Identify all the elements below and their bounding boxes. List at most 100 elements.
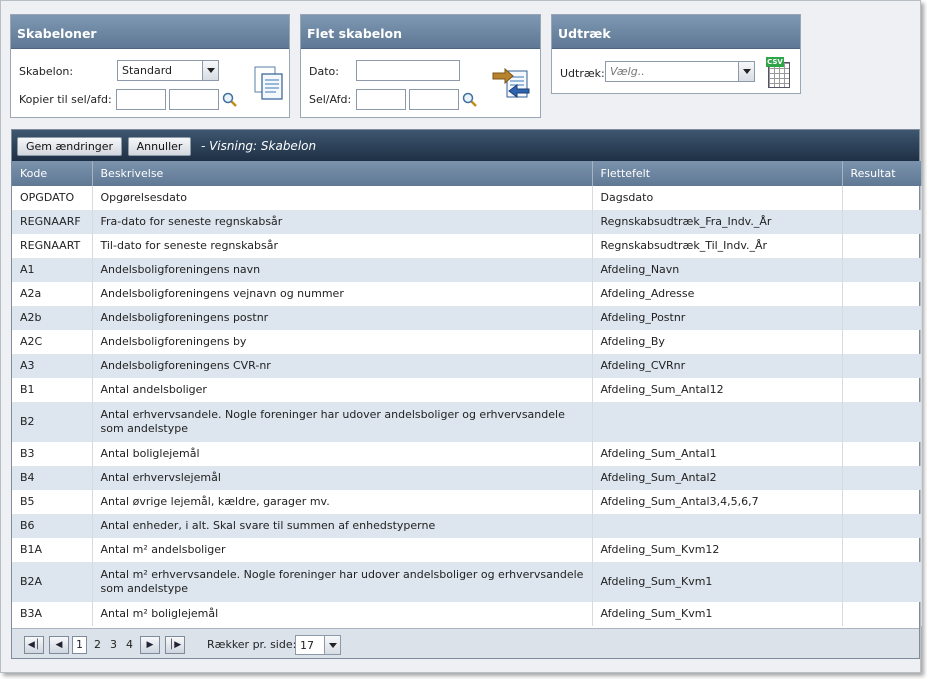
table-row[interactable]: A2C Andelsboligforeningens by Afdeling_By [12, 330, 922, 354]
next-page-button[interactable]: ▶ [140, 636, 160, 654]
table-row[interactable]: B5 Antal øvrige lejemål, kældre, garager … [12, 490, 922, 514]
table-row[interactable]: REGNAARF Fra-dato for seneste regnskabsår… [12, 210, 922, 234]
dato-input[interactable] [356, 60, 460, 81]
copy-document-icon[interactable] [252, 65, 286, 101]
cell-beskrivelse: Antal øvrige lejemål, kældre, garager mv… [92, 490, 593, 514]
cell-beskrivelse: Til-dato for seneste regnskabsår [92, 234, 593, 258]
table-row[interactable]: B3 Antal boliglejemål Afdeling_Sum_Antal1 [12, 442, 922, 466]
page-2-link[interactable]: 2 [94, 638, 101, 651]
cell-kode: B4 [12, 466, 93, 490]
cell-beskrivelse: Andelsboligforeningens vejnavn og nummer [92, 282, 593, 306]
column-header-kode[interactable]: Kode [12, 161, 93, 186]
dato-label: Dato: [309, 65, 339, 78]
flet-sel-input[interactable] [356, 89, 406, 110]
cell-resultat [842, 258, 922, 282]
cell-flettefelt: Afdeling_Sum_Antal3,4,5,6,7 [592, 490, 843, 514]
csv-export-icon[interactable]: CSV [766, 57, 792, 89]
skabelon-select-value: Standard [122, 64, 173, 77]
table-row[interactable]: B1A Antal m² andelsboliger Afdeling_Sum_Kv… [12, 538, 922, 562]
cancel-button[interactable]: Annuller [127, 137, 192, 156]
kopier-sel-input[interactable] [116, 89, 166, 110]
cell-resultat [842, 602, 922, 626]
table-row[interactable]: A1 Andelsboligforeningens navn Afdeling_Na… [12, 258, 922, 282]
cell-flettefelt: Afdeling_Sum_Kvm1 [592, 602, 843, 626]
cell-resultat [842, 442, 922, 466]
save-changes-button[interactable]: Gem ændringer [17, 137, 123, 156]
table-row[interactable]: B3A Antal m² boliglejemål Afdeling_Sum_Kvm… [12, 602, 922, 626]
table-row[interactable]: B2 Antal erhvervsandele. Nogle foreninger… [12, 402, 922, 442]
first-page-button[interactable]: ◀│ [24, 636, 44, 654]
cell-flettefelt: Regnskabsudtræk_Fra_Indv._År [592, 210, 843, 234]
table-row[interactable]: A3 Andelsboligforeningens CVR-nr Afdeling_… [12, 354, 922, 378]
cell-resultat [842, 402, 922, 442]
table-row[interactable]: REGNAART Til-dato for seneste regnskabsår… [12, 234, 922, 258]
cell-kode: B3 [12, 442, 93, 466]
chevron-down-icon[interactable] [324, 636, 340, 654]
cell-kode: REGNAART [12, 234, 93, 258]
table-row[interactable]: A2b Andelsboligforeningens postnr Afdeling… [12, 306, 922, 330]
table-row[interactable]: OPGDATO Opgørelsesdato Dagsdato [12, 186, 922, 210]
cell-resultat [842, 330, 922, 354]
cell-flettefelt: Dagsdato [592, 186, 843, 210]
skabeloner-panel: Skabeloner Skabelon: Standard Kopier til… [10, 14, 290, 118]
cell-flettefelt: Afdeling_Sum_Antal12 [592, 378, 843, 402]
cell-beskrivelse: Opgørelsesdato [92, 186, 593, 210]
pager: ◀│ ◀ 1 2 3 4 ▶ │▶ Rækker pr. side: 17 [12, 628, 919, 658]
rows-per-page-select[interactable]: 17 [295, 635, 341, 655]
cell-flettefelt: Afdeling_Postnr [592, 306, 843, 330]
cell-beskrivelse: Andelsboligforeningens by [92, 330, 593, 354]
cell-flettefelt: Regnskabsudtræk_Til_Indv._År [592, 234, 843, 258]
cell-beskrivelse: Fra-dato for seneste regnskabsår [92, 210, 593, 234]
selafd-label: Sel/Afd: [309, 93, 352, 106]
cell-resultat [842, 466, 922, 490]
skabelon-select[interactable]: Standard [117, 60, 219, 81]
udtraek-label: Udtræk: [560, 67, 605, 80]
page-3-link[interactable]: 3 [110, 638, 117, 651]
flet-afd-input[interactable] [409, 89, 459, 110]
table-row[interactable]: B4 Antal erhvervslejemål Afdeling_Sum_Anta… [12, 466, 922, 490]
table-row[interactable]: A2a Andelsboligforeningens vejnavn og num… [12, 282, 922, 306]
cell-resultat [842, 186, 922, 210]
page-1-button[interactable]: 1 [72, 636, 87, 654]
udtraek-select[interactable]: Vælg.. [605, 61, 755, 82]
cell-flettefelt: Afdeling_By [592, 330, 843, 354]
cell-resultat [842, 282, 922, 306]
search-icon[interactable] [462, 92, 478, 108]
cell-beskrivelse: Antal andelsboliger [92, 378, 593, 402]
column-header-resultat[interactable]: Resultat [842, 161, 922, 186]
merge-document-icon[interactable] [491, 65, 531, 101]
kopier-label: Kopier til sel/afd: [19, 93, 112, 106]
kopier-afd-input[interactable] [169, 89, 219, 110]
cell-beskrivelse: Antal m² erhvervsandele. Nogle foreninge… [92, 562, 593, 602]
cell-resultat [842, 210, 922, 234]
prev-page-button[interactable]: ◀ [49, 636, 69, 654]
column-header-beskrivelse[interactable]: Beskrivelse [92, 161, 593, 186]
flet-skabelon-panel: Flet skabelon Dato: Sel/Afd: [300, 14, 541, 118]
chevron-down-icon[interactable] [202, 61, 218, 80]
cell-flettefelt [592, 402, 843, 442]
table-row[interactable]: B6 Antal enheder, i alt. Skal svare til s… [12, 514, 922, 538]
cell-beskrivelse: Antal m² boliglejemål [92, 602, 593, 626]
column-header-flettefelt[interactable]: Flettefelt [592, 161, 843, 186]
table-row[interactable]: B2A Antal m² erhvervsandele. Nogle foreni… [12, 562, 922, 602]
cell-flettefelt: Afdeling_Adresse [592, 282, 843, 306]
cell-flettefelt: Afdeling_Navn [592, 258, 843, 282]
cell-kode: OPGDATO [12, 186, 93, 210]
cell-flettefelt: Afdeling_CVRnr [592, 354, 843, 378]
cell-resultat [842, 562, 922, 602]
search-icon[interactable] [222, 92, 238, 108]
cell-kode: B5 [12, 490, 93, 514]
cell-kode: A2b [12, 306, 93, 330]
cell-kode: A2C [12, 330, 93, 354]
page-4-link[interactable]: 4 [126, 638, 133, 651]
cell-flettefelt: Afdeling_Sum_Antal1 [592, 442, 843, 466]
table-row[interactable]: B1 Antal andelsboliger Afdeling_Sum_Antal1… [12, 378, 922, 402]
cell-beskrivelse: Antal erhvervsandele. Nogle foreninger h… [92, 402, 593, 442]
cell-resultat [842, 354, 922, 378]
cell-kode: B2 [12, 402, 93, 442]
chevron-down-icon[interactable] [738, 62, 754, 81]
last-page-button[interactable]: │▶ [165, 636, 185, 654]
cell-resultat [842, 306, 922, 330]
cell-beskrivelse: Andelsboligforeningens postnr [92, 306, 593, 330]
cell-resultat [842, 514, 922, 538]
